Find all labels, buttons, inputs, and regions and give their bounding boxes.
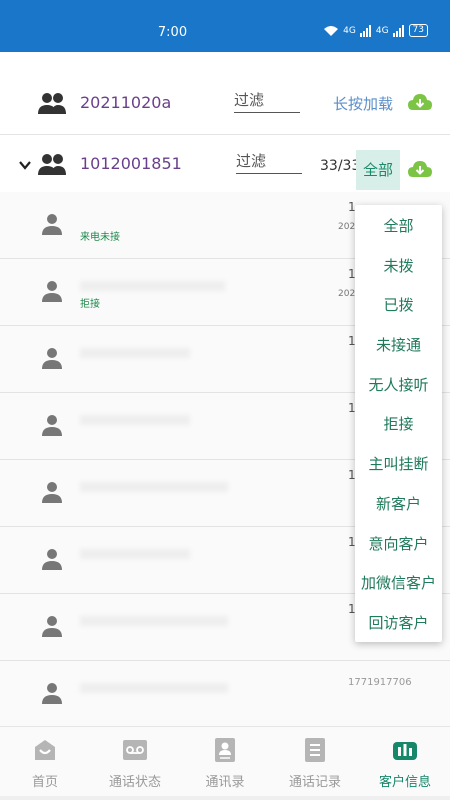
redacted-address [80, 616, 228, 626]
tab-contacts[interactable]: 通讯录 [180, 727, 270, 800]
filter-option-dialed[interactable]: 已拨 [355, 286, 442, 326]
call-log-icon [305, 738, 325, 762]
filter-input[interactable]: 过滤 [236, 150, 302, 174]
filter-option-not-connected[interactable]: 未接通 [355, 326, 442, 366]
group-people-icon [38, 154, 66, 175]
tab-home[interactable]: 首页 [0, 727, 90, 800]
filter-option-no-answer[interactable]: 无人接听 [355, 366, 442, 406]
person-icon [42, 616, 62, 637]
bottom-tab-bar: 首页 通话状态 通讯录 通话记录 客户信息 [0, 726, 450, 800]
contact-name [80, 531, 230, 545]
phone-number: 1771917706 [348, 677, 412, 688]
contact-name [80, 330, 230, 344]
contact-name [80, 263, 230, 277]
filter-option-new-customer[interactable]: 新客户 [355, 485, 442, 525]
person-icon [42, 281, 62, 302]
redacted-address [80, 549, 190, 559]
filter-option-revisit-customer[interactable]: 回访客户 [355, 604, 442, 644]
signal-icon-2 [392, 24, 404, 37]
redacted-address [80, 482, 228, 492]
battery-icon: 73 [408, 24, 428, 37]
signal-label: 4G [343, 25, 356, 36]
signal-label-2: 4G [375, 25, 389, 36]
redacted-address [80, 281, 225, 291]
signal-icon [359, 24, 371, 37]
cloud-download-icon[interactable] [408, 91, 432, 113]
redacted-address [80, 415, 190, 425]
redacted-address [80, 348, 190, 358]
tab-call-status[interactable]: 通话状态 [90, 727, 180, 800]
contact-name [80, 665, 230, 679]
filter-dropdown-button[interactable]: 全部 [356, 150, 400, 190]
chevron-down-icon[interactable] [18, 158, 32, 172]
tab-call-log[interactable]: 通话记录 [270, 727, 360, 800]
group-row[interactable]: 1012001851 过滤 33/33 全部 [0, 136, 450, 198]
contacts-book-icon [215, 738, 235, 762]
nav-gesture-bar [0, 796, 450, 800]
group-row[interactable]: 20211020a 过滤 长按加载 [0, 75, 450, 135]
call-status: 拒接 [80, 299, 100, 310]
tab-label: 客户信息 [378, 775, 431, 790]
filter-option-not-dialed[interactable]: 未拨 [355, 247, 442, 287]
filter-option-all[interactable]: 全部 [355, 207, 442, 247]
clock: 7:00 [157, 25, 188, 40]
group-name: 20211020a [80, 93, 172, 112]
system-icons: 4G 4G 73 [323, 24, 428, 37]
filter-dropdown-menu: 全部 未拨 已拨 未接通 无人接听 拒接 主叫挂断 新客户 意向客户 加微信客户… [355, 205, 442, 642]
customer-info-icon [393, 742, 417, 760]
person-icon [42, 482, 62, 503]
wifi-icon [324, 25, 339, 36]
person-icon [42, 683, 62, 704]
voicemail-icon [123, 740, 147, 760]
filter-input[interactable]: 过滤 [234, 89, 300, 113]
home-icon [35, 740, 55, 760]
contact-name [80, 196, 230, 210]
tab-label: 通话状态 [108, 775, 161, 790]
person-icon [42, 415, 62, 436]
person-icon [42, 214, 62, 235]
person-icon [42, 549, 62, 570]
cloud-download-icon[interactable] [408, 158, 432, 180]
filter-option-wechat-customer[interactable]: 加微信客户 [355, 564, 442, 604]
person-icon [42, 348, 62, 369]
group-name: 1012001851 [80, 154, 182, 173]
contact-name [80, 464, 230, 478]
filter-option-rejected[interactable]: 拒接 [355, 405, 442, 445]
group-people-icon [38, 93, 66, 114]
tab-label: 通讯录 [205, 775, 245, 790]
long-press-load-button[interactable]: 长按加载 [333, 93, 393, 114]
filter-option-caller-hangup[interactable]: 主叫挂断 [355, 445, 442, 485]
contact-count: 33/33 [320, 158, 361, 174]
contact-row[interactable]: 1771917706 [0, 661, 450, 726]
tab-label: 首页 [31, 775, 58, 790]
contact-name [80, 397, 230, 411]
tab-customer-info[interactable]: 客户信息 [360, 727, 450, 800]
call-status: 来电未接 [80, 232, 120, 243]
filter-option-intent-customer[interactable]: 意向客户 [355, 525, 442, 565]
redacted-address [80, 683, 228, 693]
status-bar: 7:00 4G 4G 73 [0, 0, 450, 52]
tab-label: 通话记录 [288, 775, 341, 790]
contact-name [80, 598, 230, 612]
